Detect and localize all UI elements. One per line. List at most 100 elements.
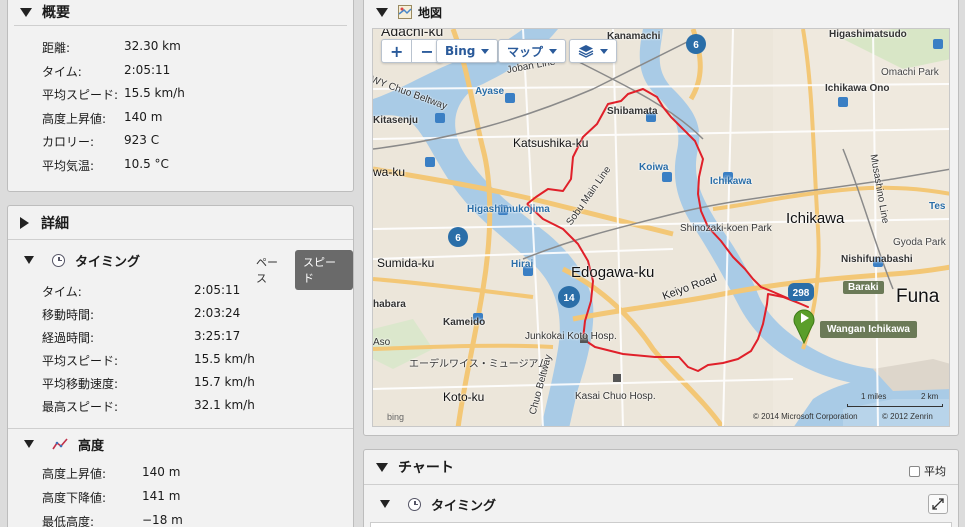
- stat-row: 最低高度: −18 m: [42, 513, 362, 527]
- stat-label: カロリー:: [42, 135, 95, 149]
- map-place-label: Hirai: [511, 259, 534, 270]
- avg-checkbox-box[interactable]: [909, 465, 920, 477]
- collapse-arrow-icon[interactable]: [380, 500, 390, 508]
- layers-dropdown[interactable]: [569, 39, 617, 63]
- scale-km: 2 km: [921, 392, 939, 401]
- bing-logo: bing: [387, 412, 405, 422]
- zoom-in-button[interactable]: +: [382, 40, 411, 62]
- map-icon: [398, 5, 412, 19]
- scale-miles: 1 miles: [861, 392, 887, 401]
- stat-row: 高度上昇値: 140 m: [42, 465, 362, 482]
- details-title: 詳細: [41, 216, 69, 232]
- summary-header[interactable]: 概要: [8, 0, 353, 25]
- marker-label: Wangan Ichikawa: [820, 321, 917, 338]
- chevron-down-icon: [600, 48, 608, 54]
- bing-dropdown[interactable]: Bing: [436, 39, 499, 63]
- maptype-dropdown[interactable]: マップ: [498, 39, 567, 63]
- map-header[interactable]: 地図: [364, 0, 958, 25]
- stat-label: 最低高度:: [42, 515, 95, 527]
- scale-bar: [847, 404, 943, 407]
- stat-label: タイム:: [42, 64, 82, 79]
- collapse-arrow-icon[interactable]: [24, 256, 34, 264]
- map-place-label: Tes: [929, 201, 946, 212]
- svg-text:298: 298: [793, 288, 810, 299]
- map-place-label: Koiwa: [639, 162, 669, 173]
- zoom-control[interactable]: + −: [381, 39, 443, 63]
- copyright-ms: © 2014 Microsoft Corporation: [753, 412, 858, 421]
- stat-label: 高度上昇値:: [42, 111, 107, 126]
- map-place-label: Kitasenju: [373, 115, 419, 126]
- chart-timing-title: タイミング: [431, 498, 497, 514]
- stat-value: 2:05:11: [124, 62, 171, 77]
- stat-row: 平均スピード: 15.5 km/h: [42, 352, 362, 369]
- stat-row: タイム: 2:05:11: [42, 283, 362, 300]
- stat-value: 140 m: [124, 109, 163, 124]
- collapse-arrow-icon[interactable]: [20, 7, 32, 17]
- details-panel: 詳細 タイミング ペース スピード タイム: 2:05:11 移動時間: 2:03:2…: [7, 205, 354, 527]
- route-map[interactable]: 6 6 14 298 Adachi-ku Kanamachi Higashima…: [372, 28, 950, 427]
- map-place-label: Katsushika-ku: [513, 136, 589, 150]
- map-place-label: Shinozaki-koen Park: [680, 223, 772, 234]
- map-place-label: Funa: [896, 286, 940, 307]
- map-place-label: Nishifunabashi: [841, 254, 913, 265]
- map-place-label: Gyoda Park: [893, 237, 946, 248]
- map-place-label: Ichikawa: [786, 210, 845, 227]
- expand-icon[interactable]: [928, 494, 948, 514]
- stat-label: 平均スピード:: [42, 354, 119, 368]
- chart-timing-subheader[interactable]: タイミング: [364, 492, 958, 516]
- chart-panel: チャート 平均 タイミング: [363, 449, 959, 527]
- stat-row: 経過時間: 3:25:17: [42, 329, 362, 346]
- stat-row: カロリー: 923 C: [42, 133, 362, 150]
- stat-value: 32.30 km: [124, 39, 181, 53]
- collapse-arrow-icon[interactable]: [24, 440, 34, 448]
- stat-value: 923 C: [124, 133, 160, 147]
- map-place-label: Sumida-ku: [377, 256, 435, 270]
- map-place-label: Higashimatsudo: [829, 29, 907, 40]
- expand-arrow-icon[interactable]: [20, 217, 29, 229]
- details-header[interactable]: 詳細: [8, 210, 353, 236]
- route-shield-6b: 6: [448, 227, 468, 247]
- map-place-label: Kameido: [443, 317, 486, 328]
- stat-row: 距離: 32.30 km: [42, 39, 362, 56]
- map-place-label: wa-ku: [373, 165, 406, 179]
- stat-row: タイム: 2:05:11: [42, 63, 362, 80]
- elevation-subheader[interactable]: 高度: [8, 432, 353, 456]
- stat-label: 最高スピード:: [42, 400, 119, 414]
- map-place-label: Aso: [373, 337, 391, 348]
- stat-value: 15.5 km/h: [124, 86, 185, 100]
- collapse-arrow-icon[interactable]: [376, 462, 388, 472]
- map-place-label: エーデルワイス・ミュージアム: [409, 359, 548, 370]
- stat-row: 高度下降値: 141 m: [42, 489, 362, 506]
- collapse-arrow-icon[interactable]: [376, 7, 388, 17]
- stat-row: 平均気温: 10.5 °C: [42, 157, 362, 174]
- map-place-label: Kasai Chuo Hosp.: [575, 391, 656, 402]
- layers-icon: [578, 45, 594, 58]
- stat-label: 平均スピード:: [42, 88, 119, 102]
- svg-text:14: 14: [563, 293, 575, 304]
- stat-row: 最高スピード: 32.1 km/h: [42, 398, 362, 415]
- stat-value: 32.1 km/h: [194, 398, 255, 412]
- map-place-label: Ichikawa Ono: [825, 83, 890, 94]
- copyright-zenrin: © 2012 Zenrin: [882, 412, 933, 421]
- map-place-label: Koto-ku: [443, 390, 485, 404]
- map-place-label: Junkokai Koto Hosp.: [525, 331, 617, 342]
- stat-value: 2:05:11: [194, 283, 241, 297]
- stat-value: 141 m: [142, 489, 181, 503]
- stat-row: 高度上昇値: 140 m: [42, 110, 362, 127]
- map-place-label: Baraki: [843, 281, 884, 294]
- stat-label: タイム:: [42, 285, 82, 299]
- chart-header[interactable]: チャート: [364, 454, 958, 480]
- stat-value: 2:03:24: [194, 306, 241, 320]
- clock-icon: [52, 253, 65, 267]
- start-marker-icon[interactable]: [792, 304, 816, 345]
- avg-checkbox[interactable]: 平均: [909, 463, 946, 479]
- elevation-title: 高度: [78, 438, 105, 454]
- stat-label: 高度上昇値:: [42, 467, 107, 481]
- stat-label: 高度下降値:: [42, 491, 107, 505]
- svg-text:6: 6: [455, 233, 461, 244]
- maptype-label: マップ: [507, 44, 544, 59]
- map-place-label: Higashimukojima: [467, 204, 550, 215]
- timing-title: タイミング: [75, 254, 141, 270]
- map-title: 地図: [418, 5, 443, 20]
- bing-label: Bing: [445, 44, 476, 58]
